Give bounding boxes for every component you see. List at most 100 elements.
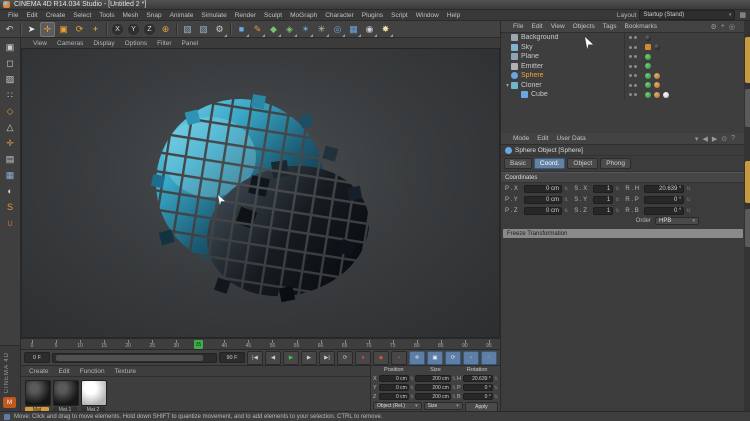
size-mode-dropdown[interactable]: Size ▾ (423, 402, 463, 410)
object-manager-menu-item[interactable]: File (509, 23, 527, 30)
attribute-tab[interactable]: Phong (600, 158, 632, 169)
record-parameter-button[interactable]: ◦ (463, 350, 479, 365)
object-name[interactable]: Emitter (521, 63, 624, 70)
mograph-cloner-icon[interactable]: ✶ (298, 22, 313, 37)
object-tags[interactable] (641, 63, 745, 70)
prev-frame-button[interactable]: ◀ (265, 350, 281, 365)
keyframe-selection-button[interactable]: ▪ (391, 350, 407, 365)
toolbar-separator[interactable] (174, 22, 179, 37)
objects-panel-tab[interactable] (745, 37, 750, 83)
timeline-scrollbar-thumb[interactable] (56, 354, 203, 361)
move-tool-icon[interactable]: ✛ (40, 21, 55, 37)
texture-tag-icon[interactable] (663, 91, 669, 98)
material-item[interactable]: Mat.1 (53, 380, 79, 413)
live-selection-icon[interactable]: ➤ (24, 22, 39, 37)
viewport-menu-item[interactable]: Filter (153, 40, 175, 47)
make-editable-icon[interactable]: ▣ (3, 40, 18, 54)
visibility-dots[interactable] (624, 61, 641, 71)
subdivision-surface-icon[interactable]: ◆ (266, 22, 281, 37)
rotation-field[interactable]: 20.639 ° (644, 184, 685, 193)
object-tags[interactable] (641, 72, 745, 79)
timeline-playhead[interactable]: 35 (194, 340, 204, 349)
timeline-scrollbar[interactable] (52, 352, 217, 363)
menu-item[interactable]: Select (69, 12, 95, 19)
enabled-check-tag-icon[interactable] (645, 63, 651, 70)
menu-item[interactable]: Render (231, 12, 260, 19)
texture-mode-icon[interactable]: ▨ (3, 72, 18, 86)
size-field[interactable]: 200 cm (415, 384, 451, 391)
object-name[interactable]: Sphere (521, 72, 624, 79)
enabled-check-tag-icon[interactable] (645, 53, 651, 60)
attribute-menu-item[interactable]: Mode (509, 135, 533, 142)
toolbar-separator[interactable] (228, 22, 233, 37)
menu-item[interactable]: MoGraph (286, 12, 321, 19)
material-preview[interactable] (53, 380, 79, 406)
undo-icon[interactable]: ↶ (2, 22, 17, 37)
record-scale-button[interactable]: ▣ (427, 350, 443, 365)
attribute-tab[interactable]: Coord. (533, 158, 566, 169)
lock-icon[interactable]: ⊙ (719, 135, 729, 143)
expander-icon[interactable]: ▾ (504, 82, 511, 89)
attribute-menu-item[interactable]: User Data (552, 135, 589, 142)
object-tags[interactable] (641, 53, 745, 60)
layout-grid-icon[interactable]: ▦ (739, 11, 746, 19)
phong-tag-icon[interactable] (654, 82, 660, 89)
loop-button[interactable]: ⟳ (337, 350, 353, 365)
toolbar-separator[interactable] (104, 22, 109, 37)
coordinate-system-icon[interactable]: ⊕ (158, 22, 173, 37)
timeline-ruler[interactable]: 05101520253035404550556065707580859095 3… (21, 338, 500, 350)
material-menu-item[interactable]: Function (76, 368, 109, 375)
size-field[interactable]: 200 cm (415, 375, 451, 382)
menu-item[interactable]: Help (443, 12, 464, 19)
position-field[interactable]: 0 cm (379, 375, 409, 382)
viewport-menu-item[interactable]: Display (89, 40, 118, 47)
enabled-check-tag-icon[interactable] (645, 72, 651, 79)
floor-environment-icon[interactable]: ▦ (346, 22, 361, 37)
solo-mode-icon[interactable]: ◐ (3, 184, 18, 198)
render-view-icon[interactable]: ▧ (180, 22, 195, 37)
next-frame-button[interactable]: ▶ (301, 350, 317, 365)
menu-item[interactable]: File (4, 12, 22, 19)
attribute-menu-item[interactable]: Edit (533, 135, 552, 142)
axis-mode-icon[interactable]: ✛ (3, 136, 18, 150)
visibility-dots[interactable] (624, 90, 641, 100)
object-row[interactable]: Emitter (501, 61, 745, 71)
visibility-dots[interactable] (624, 52, 641, 62)
rotation-field[interactable]: 0 ° (644, 206, 685, 215)
position-field[interactable]: 0 cm (379, 393, 409, 400)
menu-item[interactable]: Create (42, 12, 70, 19)
texture-tag-icon[interactable] (645, 34, 651, 41)
object-manager-menu-item[interactable]: Objects (569, 23, 599, 30)
record-rotation-button[interactable]: ⟳ (445, 350, 461, 365)
visibility-dots[interactable] (624, 42, 641, 52)
toolbar-separator[interactable] (18, 22, 23, 37)
visibility-dots[interactable] (624, 80, 641, 90)
attributes-panel-tab[interactable] (745, 161, 750, 203)
rotation-field[interactable]: 0 ° (644, 195, 685, 204)
texture-tag-icon[interactable] (654, 44, 660, 51)
rotation-field[interactable]: 0 ° (463, 393, 493, 400)
particles-icon[interactable]: ✳ (314, 22, 329, 37)
object-name[interactable]: Cube (531, 91, 624, 98)
goto-end-button[interactable]: ▶| (319, 350, 335, 365)
lock-z-axis-icon[interactable]: Z (142, 22, 157, 37)
object-row[interactable]: Plane (501, 52, 745, 62)
attribute-tab[interactable]: Basic (504, 158, 532, 169)
spline-pen-icon[interactable]: ✎ (250, 22, 265, 37)
magnet-icon[interactable]: ∪ (3, 216, 18, 230)
layout-selector[interactable]: Startup (Stand) ▾ (639, 10, 736, 20)
edges-mode-icon[interactable]: ◇ (3, 104, 18, 118)
enabled-check-tag-icon[interactable] (645, 91, 651, 98)
texture-axis-icon[interactable]: ▤ (3, 152, 18, 166)
rotation-field[interactable]: 20.639 ° (463, 375, 493, 382)
layers-panel-tab[interactable] (745, 209, 750, 247)
scale-field[interactable]: 1 (593, 206, 614, 215)
material-menu-item[interactable]: Edit (55, 368, 74, 375)
rotation-field[interactable]: 0 ° (463, 384, 493, 391)
menu-item[interactable]: Mesh (118, 12, 142, 19)
history-forward-icon[interactable]: ▶ (710, 135, 719, 143)
visibility-dots[interactable] (624, 33, 641, 43)
range-end-field[interactable]: 90 F (219, 352, 245, 363)
render-region-icon[interactable]: ▨ (196, 22, 211, 37)
viewport-menu-item[interactable]: View (29, 40, 51, 47)
